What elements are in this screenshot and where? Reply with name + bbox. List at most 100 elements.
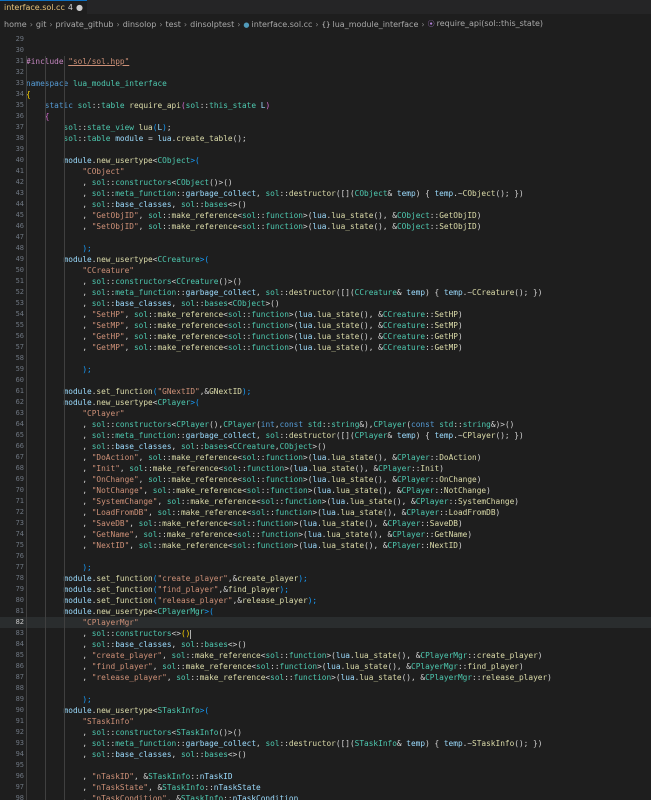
code-token: ()>()	[209, 178, 233, 187]
code-line[interactable]: 96 , "nTaskID", &STaskInfo::nTaskID	[0, 771, 651, 782]
code-line[interactable]: 77 );	[0, 562, 651, 573]
code-line[interactable]: 52 , sol::meta_function::garbage_collect…	[0, 287, 651, 298]
code-line[interactable]: 89 );	[0, 694, 651, 705]
code-line[interactable]: 86 , "find_player", sol::make_reference<…	[0, 661, 651, 672]
code-line[interactable]: 59 );	[0, 364, 651, 375]
code-line[interactable]: 91 "STaskInfo"	[0, 716, 651, 727]
code-line[interactable]: 61 module.set_function("GNextID",&GNextI…	[0, 386, 651, 397]
code-line[interactable]: 82 "CPlayerMgr"	[0, 617, 651, 628]
code-line[interactable]: 88	[0, 683, 651, 694]
code-line[interactable]: 94 , sol::base_classes, sol::bases<>()	[0, 749, 651, 760]
code-line[interactable]: 32	[0, 67, 651, 78]
code-editor[interactable]: 29 30 31 #include "sol/sol.hpp" 32 33 namespac…	[0, 34, 651, 800]
code-line[interactable]: 92 , sol::constructors<STaskInfo()>()	[0, 727, 651, 738]
breadcrumb-item[interactable]: private_github	[56, 20, 114, 29]
breadcrumb-item[interactable]: test	[166, 20, 181, 29]
code-line[interactable]: 72 , "LoadFromDB", sol::make_reference<s…	[0, 507, 651, 518]
code-line[interactable]: 95	[0, 760, 651, 771]
breadcrumb-item[interactable]: {} lua_module_interface	[322, 20, 419, 29]
code-line[interactable]: 29	[0, 34, 651, 45]
code-token: ::	[265, 508, 275, 517]
code-token: ::	[279, 288, 289, 297]
code-line[interactable]: 31 #include "sol/sol.hpp"	[0, 56, 651, 67]
code-token: ::	[279, 189, 289, 198]
code-token: CPlayer	[157, 398, 191, 407]
code-line[interactable]: 69 , "OnChange", sol::make_reference<sol…	[0, 474, 651, 485]
code-line[interactable]: 33 namespace lua_module_interface	[0, 78, 651, 89]
code-line[interactable]: 85 , "create_player", sol::make_referenc…	[0, 650, 651, 661]
breadcrumb-item[interactable]: git	[36, 20, 46, 29]
code-line[interactable]: 67 , "DoAction", sol::make_reference<sol…	[0, 452, 651, 463]
code-token: meta_function	[115, 189, 177, 198]
code-line[interactable]: 54 , "SetHP", sol::make_reference<sol::f…	[0, 309, 651, 320]
breadcrumb-item[interactable]: ● interface.sol.cc	[243, 20, 312, 29]
breadcrumb-item[interactable]: dinsolptest	[190, 20, 234, 29]
code-token: )	[457, 519, 463, 528]
code-line[interactable]: 79 module.set_function("find_player",&fi…	[0, 584, 651, 595]
code-line[interactable]: 97 , "nTaskState", &STaskInfo::nTaskStat…	[0, 782, 651, 793]
code-line[interactable]: 53 , sol::base_classes, sol::bases<CObje…	[0, 298, 651, 309]
code-line[interactable]: 56 , "GetHP", sol::make_reference<sol::f…	[0, 331, 651, 342]
code-line[interactable]: 84 , sol::base_classes, sol::bases<>()	[0, 639, 651, 650]
breadcrumb-item[interactable]: home	[4, 20, 27, 29]
unsaved-dot-icon[interactable]: ●	[76, 3, 83, 12]
breadcrumb-item[interactable]: dinsolop	[123, 20, 157, 29]
code-line[interactable]: 63 "CPlayer"	[0, 408, 651, 419]
code-line[interactable]: 62 module.new_usertype<CPlayer>(	[0, 397, 651, 408]
code-line[interactable]: 35 static sol::table require_api(sol::th…	[0, 100, 651, 111]
code-line[interactable]: 42 , sol::constructors<CObject()>()	[0, 177, 651, 188]
code-line[interactable]: 71 , "SystemChange", sol::make_reference…	[0, 496, 651, 507]
code-line[interactable]: 34{	[0, 89, 651, 100]
code-line[interactable]: 50 "CCreature"	[0, 265, 651, 276]
code-line[interactable]: 74 , "GetName", sol::make_reference<sol:…	[0, 529, 651, 540]
code-token: sol	[152, 486, 167, 495]
code-line[interactable]: 93 , sol::meta_function::garbage_collect…	[0, 738, 651, 749]
code-line[interactable]: 64 , sol::constructors<CPlayer(),CPlayer…	[0, 419, 651, 430]
code-line[interactable]: 44 , sol::base_classes, sol::bases<>()	[0, 199, 651, 210]
code-line[interactable]: 55 , "SetMP", sol::make_reference<sol::f…	[0, 320, 651, 331]
code-line[interactable]: 81 module.new_usertype<CPlayerMgr>(	[0, 606, 651, 617]
code-line[interactable]: 40 module.new_usertype<CObject>(	[0, 155, 651, 166]
code-line[interactable]: 68 , "Init", sol::make_reference<sol::fu…	[0, 463, 651, 474]
code-line[interactable]: 36 {	[0, 111, 651, 122]
code-text: , sol::base_classes, sol::bases<>()	[26, 639, 246, 650]
code-token: CPlayer	[223, 420, 257, 429]
code-token: ::	[321, 420, 332, 429]
code-line[interactable]: 78 module.set_function("create_player",&…	[0, 573, 651, 584]
code-token: garbage_collect	[185, 739, 257, 748]
code-line[interactable]: 51 , sol::constructors<CCreature()>()	[0, 276, 651, 287]
code-line[interactable]: 41 "CObject"	[0, 166, 651, 177]
code-line[interactable]: 43 , sol::meta_function::garbage_collect…	[0, 188, 651, 199]
code-line[interactable]: 98 , "nTaskCondition", &STaskInfo::nTask…	[0, 793, 651, 800]
breadcrumb-item[interactable]: ⦿ require_api(sol::this_state)	[428, 19, 543, 29]
code-line[interactable]: 80 module.set_function("release_player",…	[0, 595, 651, 606]
code-token: new_usertype	[96, 607, 153, 616]
code-line[interactable]: 30	[0, 45, 651, 56]
code-line[interactable]: 46 , "SetObjID", sol::make_reference<sol…	[0, 221, 651, 232]
code-line[interactable]: 75 , "NextID", sol::make_reference<sol::…	[0, 540, 651, 551]
code-line[interactable]: 45 , "GetObjID", sol::make_reference<sol…	[0, 210, 651, 221]
code-line[interactable]: 73 , "SaveDB", sol::make_reference<sol::…	[0, 518, 651, 529]
code-line[interactable]: 58	[0, 353, 651, 364]
code-line[interactable]: 83 , sol::constructors<>()	[0, 628, 651, 639]
code-line[interactable]: 76	[0, 551, 651, 562]
code-line[interactable]: 47	[0, 232, 651, 243]
code-line[interactable]: 60	[0, 375, 651, 386]
code-line[interactable]: 39	[0, 144, 651, 155]
code-line[interactable]: 48 );	[0, 243, 651, 254]
code-line[interactable]: 57 , "GetMP", sol::make_reference<sol::f…	[0, 342, 651, 353]
code-token: CPlayer	[462, 431, 496, 440]
code-token: lua_module_interface	[72, 79, 167, 88]
code-line[interactable]: 37 sol::state_view lua(L);	[0, 122, 651, 133]
code-token: make_reference	[152, 464, 219, 473]
code-line[interactable]: 87 , "release_player", sol::make_referen…	[0, 672, 651, 683]
code-line[interactable]: 66 , sol::base_classes, sol::bases<CCrea…	[0, 441, 651, 452]
tab-interface-sol-cc[interactable]: interface.sol.cc 4 ●	[0, 0, 87, 14]
code-line[interactable]: 70 , "NotChange", sol::make_reference<so…	[0, 485, 651, 496]
code-text: , "Init", sol::make_reference<sol::funct…	[26, 463, 444, 474]
code-line[interactable]: 38 sol::table module = lua.create_table(…	[0, 133, 651, 144]
code-line[interactable]: 90 module.new_usertype<STaskInfo>(	[0, 705, 651, 716]
code-line[interactable]: 49 module.new_usertype<CCreature>(	[0, 254, 651, 265]
code-line[interactable]: 65 , sol::meta_function::garbage_collect…	[0, 430, 651, 441]
code-token: constructors	[115, 178, 172, 187]
